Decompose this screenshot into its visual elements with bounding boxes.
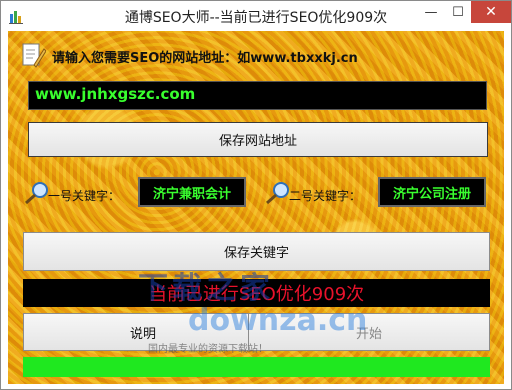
main-panel: 请输入您需要SEO的网站地址：如www.tbxxkj.cn www.jnhxgs… bbox=[8, 31, 504, 384]
watermark-slogan: 国内最专业的资源下载站！ bbox=[148, 344, 268, 355]
url-prompt: 请输入您需要SEO的网站地址：如www.tbxxkj.cn bbox=[52, 51, 358, 66]
keyword1-label: 一号关键字： bbox=[48, 189, 121, 203]
url-input[interactable]: www.jnhxgszc.com bbox=[28, 81, 487, 110]
keyword1-input[interactable]: 济宁兼职会计 bbox=[138, 177, 246, 207]
save-url-button[interactable]: 保存网站地址 bbox=[28, 122, 488, 157]
watermark-text: 下载之家 bbox=[138, 271, 274, 306]
magnifier-key-icon bbox=[266, 182, 289, 205]
minimize-button[interactable]: — bbox=[417, 1, 445, 23]
watermark-url: downza.cn bbox=[188, 303, 368, 338]
keyword2-input[interactable]: 济宁公司注册 bbox=[378, 177, 486, 207]
document-pencil-icon bbox=[22, 43, 46, 68]
progress-fill bbox=[23, 357, 490, 377]
magnifier-key-icon bbox=[25, 182, 48, 205]
maximize-button[interactable]: ☐ bbox=[445, 1, 471, 23]
title-bar[interactable]: 通博SEO大师--当前已进行SEO优化909次 — ☐ ✕ bbox=[1, 1, 511, 31]
close-button[interactable]: ✕ bbox=[471, 1, 511, 23]
progress-bar bbox=[23, 357, 490, 377]
app-window: 通博SEO大师--当前已进行SEO优化909次 — ☐ ✕ 请输入您需要SEO的… bbox=[0, 0, 512, 390]
keyword2-label: 二号关键字： bbox=[289, 189, 362, 203]
